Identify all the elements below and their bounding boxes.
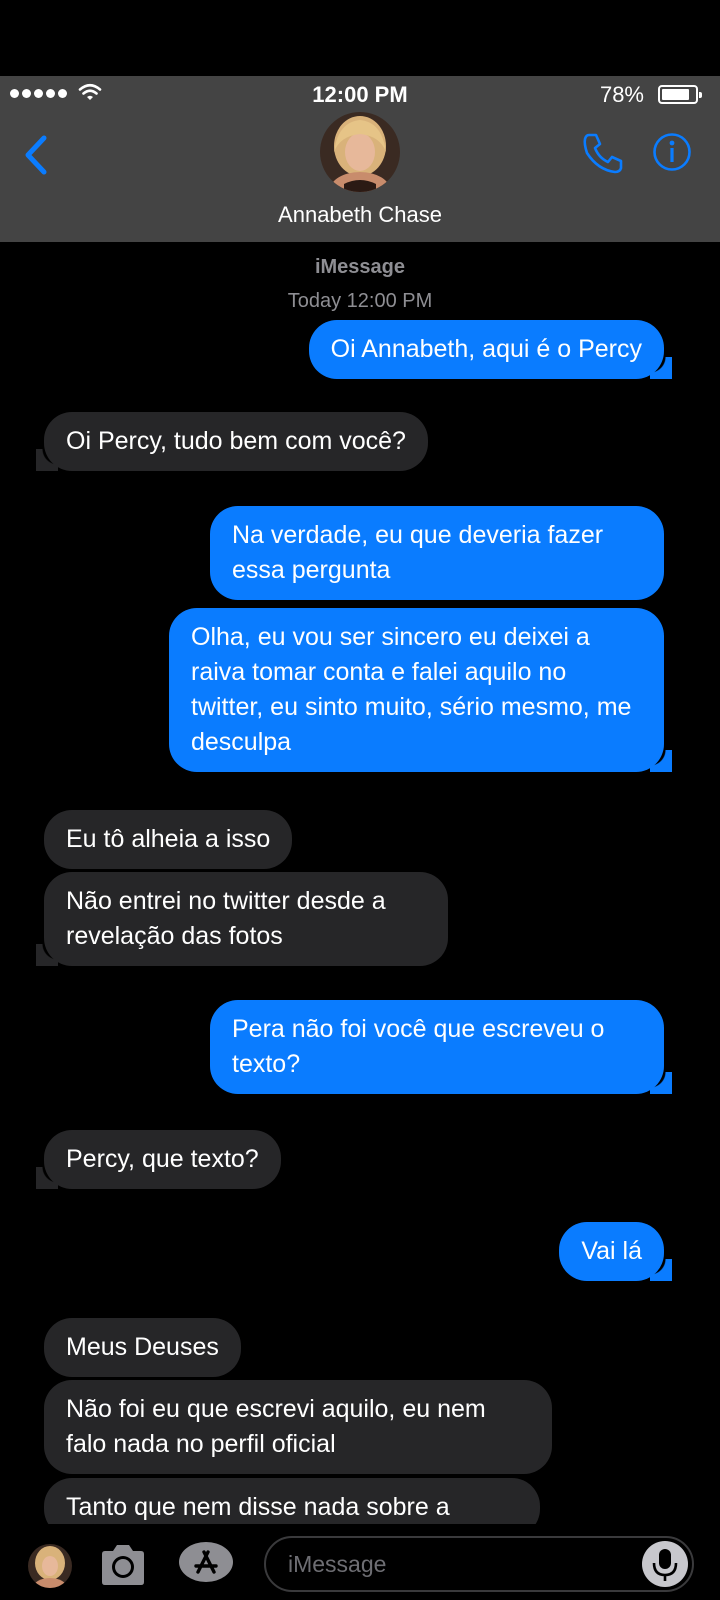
message-outgoing[interactable]: Pera não foi você que escreveu o texto? — [210, 1000, 672, 1094]
message-outgoing[interactable]: Oi Annabeth, aqui é o Percy — [308, 320, 673, 379]
message-incoming[interactable]: Percy, que texto? — [36, 1130, 281, 1189]
message-input[interactable] — [288, 1538, 628, 1590]
status-bar: 12:00 PM 78% — [0, 76, 720, 112]
contact-avatar[interactable] — [320, 112, 400, 192]
message-input-container[interactable] — [264, 1536, 694, 1592]
message-incoming[interactable]: Não entrei no twitter desde a revelação … — [36, 872, 448, 966]
message-thread[interactable]: iMessage Today 12:00 PM Oi Annabeth, aqu… — [0, 242, 720, 1524]
avatar-photo-small — [28, 1544, 72, 1588]
conversation-header: Annabeth Chase — [0, 112, 720, 242]
service-label: iMessage — [314, 256, 406, 278]
message-incoming[interactable]: Oi Percy, tudo bem com você? — [36, 412, 428, 471]
app-store-icon[interactable] — [178, 1540, 234, 1584]
battery-icon — [658, 85, 702, 104]
microphone-icon[interactable] — [642, 1541, 688, 1587]
message-incoming[interactable]: Eu tô alheia a isso — [44, 810, 293, 869]
thread-timestamp: Today 12:00 PM — [287, 290, 433, 312]
back-chevron-icon[interactable] — [20, 130, 56, 180]
battery-percentage: 78% — [599, 82, 644, 107]
info-icon[interactable] — [652, 132, 692, 172]
message-outgoing[interactable]: Na verdade, eu que deveria fazer essa pe… — [210, 506, 664, 600]
message-incoming[interactable]: Meus Deuses — [44, 1318, 241, 1377]
composer-bar — [0, 1524, 720, 1600]
camera-icon[interactable] — [98, 1542, 148, 1588]
message-incoming[interactable]: Não foi eu que escrevi aquilo, eu nem fa… — [44, 1380, 552, 1474]
contact-name[interactable]: Annabeth Chase — [0, 202, 720, 228]
memoji-avatar[interactable] — [28, 1544, 72, 1588]
message-incoming[interactable]: Tanto que nem disse nada sobre a — [44, 1478, 540, 1524]
avatar-photo — [320, 112, 400, 192]
mic-glyph — [652, 1549, 678, 1581]
message-outgoing[interactable]: Vai lá — [559, 1222, 672, 1281]
phone-icon[interactable] — [580, 130, 626, 176]
message-outgoing[interactable]: Olha, eu vou ser sincero eu deixei a rai… — [169, 608, 672, 772]
